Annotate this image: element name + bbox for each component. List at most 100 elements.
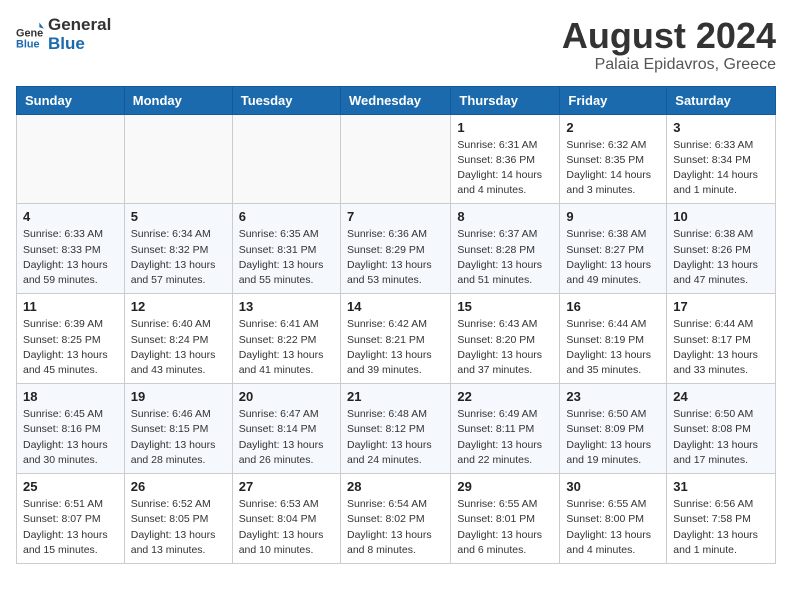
day-info: Sunrise: 6:41 AM Sunset: 8:22 PM Dayligh… xyxy=(239,317,334,378)
day-number: 20 xyxy=(239,389,334,404)
day-number: 23 xyxy=(566,389,660,404)
month-title: August 2024 xyxy=(562,16,776,56)
day-number: 1 xyxy=(457,120,553,135)
calendar-cell: 17 Sunrise: 6:44 AM Sunset: 8:17 PM Dayli… xyxy=(667,294,776,384)
page-header: General Blue General Blue August 2024 Pa… xyxy=(16,16,776,74)
calendar-week-5: 25 Sunrise: 6:51 AM Sunset: 8:07 PM Dayli… xyxy=(17,474,776,564)
calendar-cell: 6 Sunrise: 6:35 AM Sunset: 8:31 PM Daylig… xyxy=(232,204,340,294)
calendar-cell: 19 Sunrise: 6:46 AM Sunset: 8:15 PM Dayli… xyxy=(124,384,232,474)
day-info: Sunrise: 6:37 AM Sunset: 8:28 PM Dayligh… xyxy=(457,227,553,288)
calendar-cell xyxy=(124,114,232,204)
day-info: Sunrise: 6:43 AM Sunset: 8:20 PM Dayligh… xyxy=(457,317,553,378)
day-number: 15 xyxy=(457,299,553,314)
calendar-body: 1 Sunrise: 6:31 AM Sunset: 8:36 PM Daylig… xyxy=(17,114,776,563)
day-info: Sunrise: 6:34 AM Sunset: 8:32 PM Dayligh… xyxy=(131,227,226,288)
day-info: Sunrise: 6:35 AM Sunset: 8:31 PM Dayligh… xyxy=(239,227,334,288)
day-number: 2 xyxy=(566,120,660,135)
day-info: Sunrise: 6:55 AM Sunset: 8:01 PM Dayligh… xyxy=(457,497,553,558)
days-header-row: SundayMondayTuesdayWednesdayThursdayFrid… xyxy=(17,86,776,114)
day-info: Sunrise: 6:44 AM Sunset: 8:17 PM Dayligh… xyxy=(673,317,769,378)
calendar-week-2: 4 Sunrise: 6:33 AM Sunset: 8:33 PM Daylig… xyxy=(17,204,776,294)
calendar-cell: 23 Sunrise: 6:50 AM Sunset: 8:09 PM Dayli… xyxy=(560,384,667,474)
calendar-cell: 30 Sunrise: 6:55 AM Sunset: 8:00 PM Dayli… xyxy=(560,474,667,564)
day-info: Sunrise: 6:53 AM Sunset: 8:04 PM Dayligh… xyxy=(239,497,334,558)
day-number: 25 xyxy=(23,479,118,494)
day-header-saturday: Saturday xyxy=(667,86,776,114)
day-header-thursday: Thursday xyxy=(451,86,560,114)
calendar-header: SundayMondayTuesdayWednesdayThursdayFrid… xyxy=(17,86,776,114)
day-info: Sunrise: 6:31 AM Sunset: 8:36 PM Dayligh… xyxy=(457,138,553,199)
day-info: Sunrise: 6:45 AM Sunset: 8:16 PM Dayligh… xyxy=(23,407,118,468)
day-info: Sunrise: 6:56 AM Sunset: 7:58 PM Dayligh… xyxy=(673,497,769,558)
day-number: 17 xyxy=(673,299,769,314)
day-info: Sunrise: 6:38 AM Sunset: 8:27 PM Dayligh… xyxy=(566,227,660,288)
day-info: Sunrise: 6:50 AM Sunset: 8:08 PM Dayligh… xyxy=(673,407,769,468)
day-number: 18 xyxy=(23,389,118,404)
day-header-wednesday: Wednesday xyxy=(340,86,450,114)
day-info: Sunrise: 6:50 AM Sunset: 8:09 PM Dayligh… xyxy=(566,407,660,468)
calendar-cell: 5 Sunrise: 6:34 AM Sunset: 8:32 PM Daylig… xyxy=(124,204,232,294)
day-info: Sunrise: 6:48 AM Sunset: 8:12 PM Dayligh… xyxy=(347,407,444,468)
day-number: 14 xyxy=(347,299,444,314)
calendar-cell: 4 Sunrise: 6:33 AM Sunset: 8:33 PM Daylig… xyxy=(17,204,125,294)
calendar-cell: 24 Sunrise: 6:50 AM Sunset: 8:08 PM Dayli… xyxy=(667,384,776,474)
day-number: 7 xyxy=(347,209,444,224)
logo-icon: General Blue xyxy=(16,21,44,49)
calendar-cell: 16 Sunrise: 6:44 AM Sunset: 8:19 PM Dayli… xyxy=(560,294,667,384)
day-info: Sunrise: 6:46 AM Sunset: 8:15 PM Dayligh… xyxy=(131,407,226,468)
svg-text:Blue: Blue xyxy=(16,38,40,49)
calendar-cell: 15 Sunrise: 6:43 AM Sunset: 8:20 PM Dayli… xyxy=(451,294,560,384)
day-number: 13 xyxy=(239,299,334,314)
day-number: 31 xyxy=(673,479,769,494)
day-header-tuesday: Tuesday xyxy=(232,86,340,114)
calendar-cell: 18 Sunrise: 6:45 AM Sunset: 8:16 PM Dayli… xyxy=(17,384,125,474)
calendar-cell xyxy=(340,114,450,204)
logo-blue-text: Blue xyxy=(48,35,111,54)
logo-general-text: General xyxy=(48,16,111,35)
day-info: Sunrise: 6:32 AM Sunset: 8:35 PM Dayligh… xyxy=(566,138,660,199)
day-info: Sunrise: 6:44 AM Sunset: 8:19 PM Dayligh… xyxy=(566,317,660,378)
day-info: Sunrise: 6:51 AM Sunset: 8:07 PM Dayligh… xyxy=(23,497,118,558)
calendar-cell: 7 Sunrise: 6:36 AM Sunset: 8:29 PM Daylig… xyxy=(340,204,450,294)
day-number: 16 xyxy=(566,299,660,314)
calendar-cell: 25 Sunrise: 6:51 AM Sunset: 8:07 PM Dayli… xyxy=(17,474,125,564)
calendar-cell: 22Sunrise: 6:49 AM Sunset: 8:11 PM Dayli… xyxy=(451,384,560,474)
calendar-cell: 26Sunrise: 6:52 AM Sunset: 8:05 PM Dayli… xyxy=(124,474,232,564)
calendar-cell: 2 Sunrise: 6:32 AM Sunset: 8:35 PM Daylig… xyxy=(560,114,667,204)
day-info: Sunrise: 6:36 AM Sunset: 8:29 PM Dayligh… xyxy=(347,227,444,288)
calendar-cell: 9 Sunrise: 6:38 AM Sunset: 8:27 PM Daylig… xyxy=(560,204,667,294)
day-info: Sunrise: 6:33 AM Sunset: 8:33 PM Dayligh… xyxy=(23,227,118,288)
day-number: 10 xyxy=(673,209,769,224)
calendar-cell: 10 Sunrise: 6:38 AM Sunset: 8:26 PM Dayli… xyxy=(667,204,776,294)
calendar-week-1: 1 Sunrise: 6:31 AM Sunset: 8:36 PM Daylig… xyxy=(17,114,776,204)
day-number: 30 xyxy=(566,479,660,494)
day-info: Sunrise: 6:38 AM Sunset: 8:26 PM Dayligh… xyxy=(673,227,769,288)
calendar-cell: 11Sunrise: 6:39 AM Sunset: 8:25 PM Dayli… xyxy=(17,294,125,384)
calendar-cell: 20Sunrise: 6:47 AM Sunset: 8:14 PM Dayli… xyxy=(232,384,340,474)
day-number: 3 xyxy=(673,120,769,135)
day-number: 5 xyxy=(131,209,226,224)
day-number: 9 xyxy=(566,209,660,224)
day-info: Sunrise: 6:55 AM Sunset: 8:00 PM Dayligh… xyxy=(566,497,660,558)
day-number: 29 xyxy=(457,479,553,494)
calendar-cell: 29 Sunrise: 6:55 AM Sunset: 8:01 PM Dayli… xyxy=(451,474,560,564)
day-info: Sunrise: 6:49 AM Sunset: 8:11 PM Dayligh… xyxy=(457,407,553,468)
calendar-cell xyxy=(232,114,340,204)
calendar-cell: 28Sunrise: 6:54 AM Sunset: 8:02 PM Dayli… xyxy=(340,474,450,564)
calendar-table: SundayMondayTuesdayWednesdayThursdayFrid… xyxy=(16,86,776,564)
location-title: Palaia Epidavros, Greece xyxy=(562,56,776,74)
day-info: Sunrise: 6:33 AM Sunset: 8:34 PM Dayligh… xyxy=(673,138,769,199)
calendar-cell: 14Sunrise: 6:42 AM Sunset: 8:21 PM Dayli… xyxy=(340,294,450,384)
day-number: 21 xyxy=(347,389,444,404)
day-number: 28 xyxy=(347,479,444,494)
calendar-cell: 1 Sunrise: 6:31 AM Sunset: 8:36 PM Daylig… xyxy=(451,114,560,204)
calendar-cell: 31 Sunrise: 6:56 AM Sunset: 7:58 PM Dayli… xyxy=(667,474,776,564)
day-info: Sunrise: 6:52 AM Sunset: 8:05 PM Dayligh… xyxy=(131,497,226,558)
day-number: 8 xyxy=(457,209,553,224)
calendar-cell: 12Sunrise: 6:40 AM Sunset: 8:24 PM Dayli… xyxy=(124,294,232,384)
day-number: 4 xyxy=(23,209,118,224)
calendar-cell: 27Sunrise: 6:53 AM Sunset: 8:04 PM Dayli… xyxy=(232,474,340,564)
day-number: 19 xyxy=(131,389,226,404)
day-number: 24 xyxy=(673,389,769,404)
day-number: 6 xyxy=(239,209,334,224)
